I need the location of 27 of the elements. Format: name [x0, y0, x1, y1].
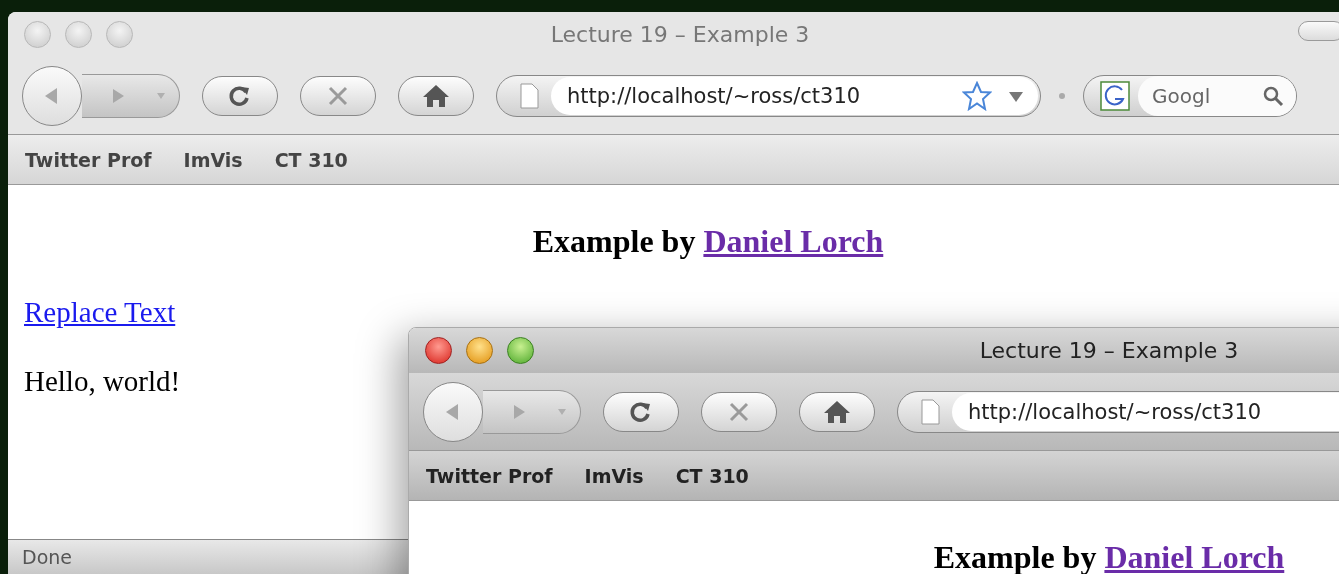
bookmark-link[interactable]: CT 310	[675, 464, 749, 487]
home-icon	[823, 398, 851, 425]
reload-button[interactable]	[603, 391, 679, 432]
window-title: Lecture 19 – Example 3	[979, 338, 1239, 363]
stop-button[interactable]	[701, 391, 777, 432]
google-icon	[1100, 80, 1130, 111]
home-button[interactable]	[799, 391, 875, 432]
author-link[interactable]: Daniel Lorch	[1104, 539, 1285, 574]
page-heading: Example by Daniel Lorch	[531, 223, 885, 260]
status-text: Done	[22, 546, 72, 568]
star-icon[interactable]	[962, 80, 992, 111]
search-icon	[1262, 84, 1284, 107]
zoom-icon[interactable]	[507, 337, 534, 364]
page-icon	[920, 398, 940, 425]
page-icon	[519, 82, 539, 109]
caret-icon	[557, 407, 567, 416]
address-field[interactable]: http://localhost/~ross/ct310	[897, 390, 1339, 433]
caret-icon	[156, 91, 166, 100]
bookmark-link[interactable]: Twitter Prof	[426, 464, 553, 487]
forward-button[interactable]	[483, 389, 581, 434]
close-icon[interactable]	[425, 337, 452, 364]
home-icon	[422, 82, 450, 109]
window-title: Lecture 19 – Example 3	[550, 22, 810, 47]
caret-icon[interactable]	[1008, 90, 1024, 103]
body-text: Hello, world!	[24, 365, 182, 398]
minimize-icon[interactable]	[466, 337, 493, 364]
bookmark-link[interactable]: ImVis	[584, 464, 644, 487]
